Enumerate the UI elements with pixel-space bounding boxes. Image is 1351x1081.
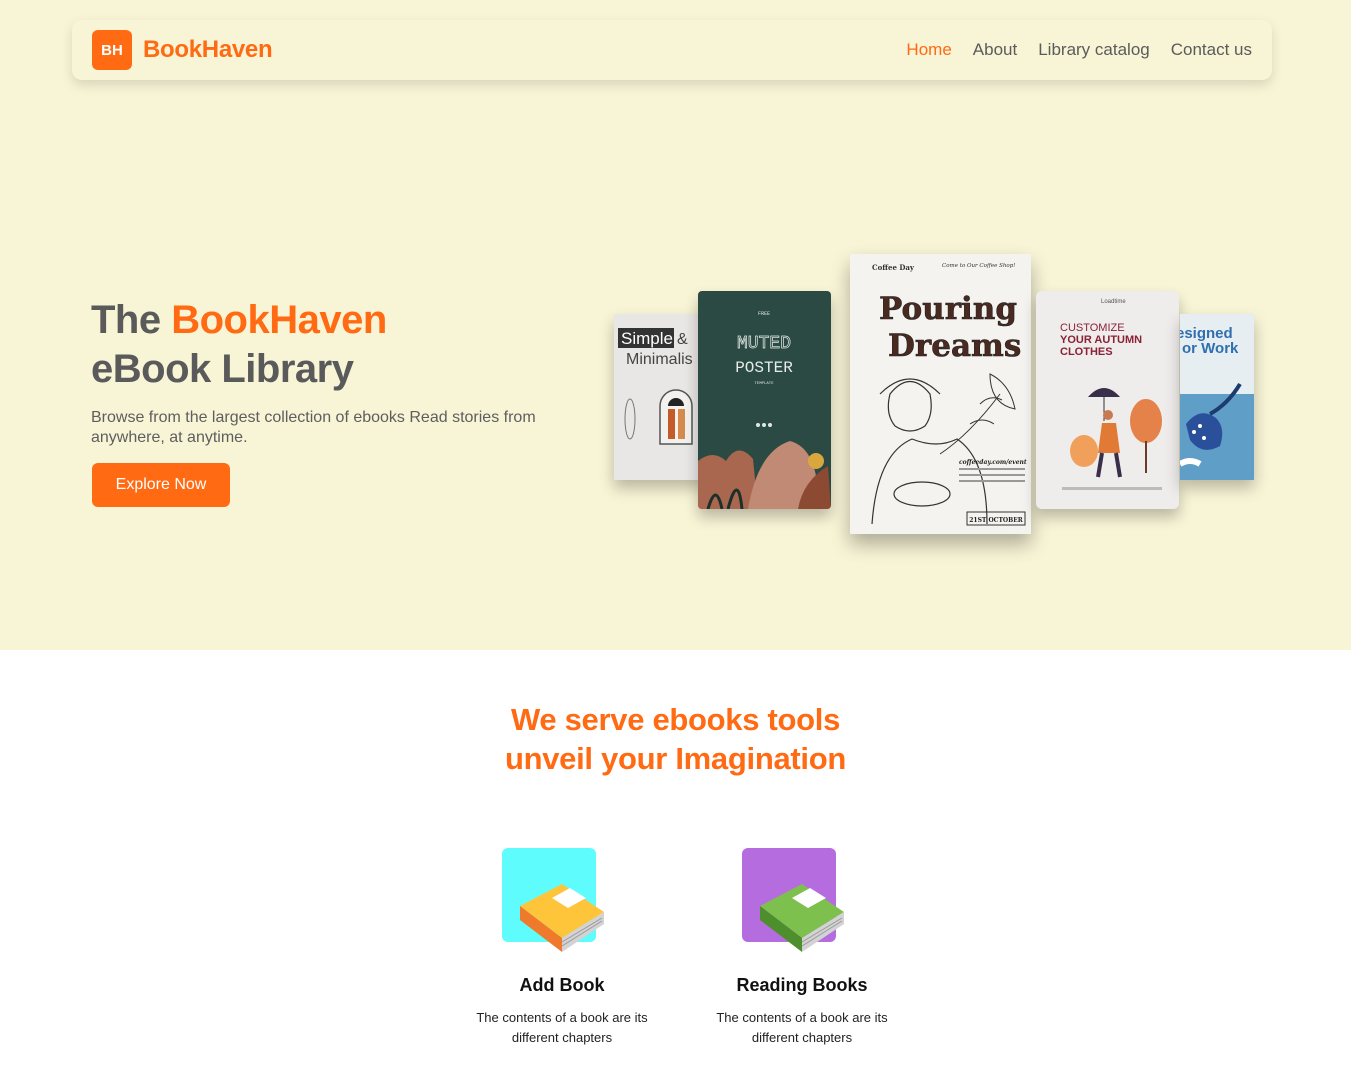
cover4-line2: CUSTOMIZE (1060, 322, 1125, 334)
cover3-line4: Dreams (888, 328, 1021, 364)
cover3-line2: Come to Our Coffee Shop! (942, 263, 1015, 269)
orange-book-icon (520, 884, 604, 952)
feature-reading-books[interactable]: Reading Books The contents of a book are… (692, 848, 912, 1048)
book-cover-simple-minimalis[interactable]: Simple & Minimalis (614, 314, 706, 480)
cover2-line3: POSTER (735, 359, 793, 377)
hero-title-suffix: eBook Library (91, 347, 354, 391)
book-cover-designed-for-work[interactable]: esigned or Work (1180, 314, 1254, 480)
nav-library-catalog[interactable]: Library catalog (1038, 40, 1150, 60)
feature-title-add-book: Add Book (519, 975, 605, 995)
brand[interactable]: BH BookHaven (92, 30, 273, 70)
brand-name[interactable]: BookHaven (143, 36, 273, 64)
hero-title-prefix: The (91, 298, 172, 342)
cover1-line3: Minimalis (626, 351, 693, 368)
feature-add-book[interactable]: Add Book The contents of a book are its … (452, 848, 672, 1048)
features-title-line2: unveil your Imagination (504, 741, 847, 776)
cover5-line2: or Work (1182, 340, 1239, 357)
nav-links: Home About Library catalog Contact us (906, 40, 1252, 60)
book-cover-autumn-clothes[interactable]: Loadtime CUSTOMIZE YOUR AUTUMN CLOTHES (1036, 291, 1179, 509)
cover2-line2: MUTED (737, 334, 791, 354)
logo-badge[interactable]: BH (92, 30, 132, 70)
cover1-line1: Simple (621, 329, 673, 348)
nav-contact-us[interactable]: Contact us (1171, 40, 1252, 60)
book-carousel: Simple & Minimalis FREE MUTED POSTER TEM… (614, 250, 1254, 550)
green-book-icon (760, 884, 844, 952)
navbar: BH BookHaven Home About Library catalog … (72, 20, 1272, 80)
cover3-line5: coffeeday.com/event (959, 459, 1027, 466)
cover2-line1: FREE (758, 311, 770, 317)
feature-title-reading-books: Reading Books (736, 975, 868, 995)
features-section-title: We serve ebooks tools unveil your Imagin… (0, 700, 1351, 778)
feature-desc-reading-books: The contents of a book are its different… (716, 1010, 888, 1045)
features-title-line1: We serve ebooks tools (510, 702, 841, 737)
explore-now-button[interactable]: Explore Now (92, 463, 230, 507)
cover1-line2: & (677, 331, 688, 348)
book-cover-pouring-dreams[interactable]: Coffee Day Come to Our Coffee Shop! Pour… (850, 254, 1031, 534)
cover3-line3: Pouring (879, 291, 1017, 327)
hero-section: BH BookHaven Home About Library catalog … (0, 0, 1351, 650)
feature-desc-add-book: The contents of a book are its different… (476, 1010, 648, 1045)
feature-icon-add-book (502, 848, 604, 952)
cover3-line6: 21ST OCTOBER (969, 517, 1024, 524)
hero-description: Browse from the largest collection of eb… (91, 409, 536, 446)
feature-icon-reading-books (742, 848, 844, 952)
hero-title: The BookHaven eBook Library (91, 296, 387, 394)
cover2-line4: TEMPLATE (754, 382, 774, 386)
nav-about[interactable]: About (973, 40, 1017, 60)
cover4-line3: YOUR AUTUMN (1060, 334, 1142, 346)
hero-title-accent: BookHaven (171, 298, 387, 342)
cover4-line4: CLOTHES (1060, 346, 1113, 358)
cover3-line1: Coffee Day (872, 263, 915, 272)
book-cover-muted-poster[interactable]: FREE MUTED POSTER TEMPLATE (698, 291, 831, 509)
cover4-line1: Loadtime (1101, 299, 1126, 305)
nav-home[interactable]: Home (906, 40, 951, 60)
